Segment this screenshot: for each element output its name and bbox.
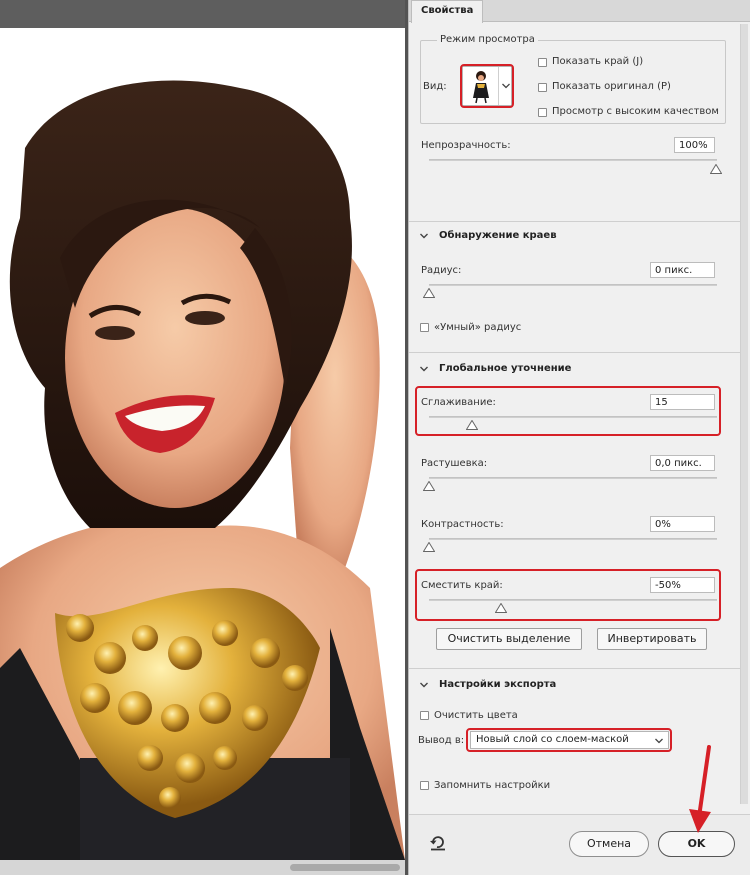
feather-slider-track[interactable] (429, 477, 717, 479)
output-to-label: Вывод в: (418, 735, 465, 746)
show-edge-checkbox[interactable] (538, 58, 547, 67)
view-mode-title: Режим просмотра (437, 34, 538, 45)
contrast-label: Контрастность: (421, 519, 504, 530)
show-original-label: Показать оригинал (P) (552, 81, 671, 92)
contrast-slider-track[interactable] (429, 538, 717, 540)
canvas-top-strip (0, 0, 405, 28)
canvas-scroll-thumb[interactable] (290, 864, 400, 871)
document-canvas[interactable] (0, 0, 405, 875)
section-divider (409, 352, 741, 353)
output-highlight-box (466, 728, 672, 752)
high-quality-label: Просмотр с высоким качеством (552, 106, 719, 117)
opacity-label: Непрозрачность: (421, 140, 511, 151)
export-settings-title[interactable]: Настройки экспорта (439, 679, 556, 690)
edge-detection-title[interactable]: Обнаружение краев (439, 230, 557, 241)
contrast-slider-thumb[interactable] (423, 542, 435, 552)
smooth-highlight-box (415, 386, 721, 436)
opacity-slider-thumb[interactable] (710, 164, 722, 174)
feather-slider-thumb[interactable] (423, 481, 435, 491)
view-label: Вид: (423, 81, 447, 92)
remember-settings-label: Запомнить настройки (434, 780, 551, 791)
smart-radius-label: «Умный» радиус (434, 322, 522, 333)
radius-slider-track[interactable] (429, 284, 717, 286)
reset-icon[interactable] (429, 835, 447, 851)
decontaminate-checkbox[interactable] (420, 711, 429, 720)
invert-button[interactable]: Инвертировать (597, 628, 707, 650)
chevron-down-icon[interactable] (419, 364, 429, 374)
radius-label: Радиус: (421, 265, 462, 276)
canvas-horizontal-scrollbar[interactable] (0, 860, 405, 875)
decontaminate-label: Очистить цвета (434, 710, 518, 721)
show-original-checkbox[interactable] (538, 83, 547, 92)
feather-label: Растушевка: (421, 458, 488, 469)
clear-selection-button[interactable]: Очистить выделение (436, 628, 582, 650)
show-edge-label: Показать край (J) (552, 56, 644, 67)
panel-vertical-scrollbar[interactable] (740, 24, 748, 814)
remember-settings-checkbox[interactable] (420, 781, 429, 790)
feather-field[interactable]: 0,0 пикс. (650, 455, 715, 471)
opacity-slider-track[interactable] (429, 159, 717, 161)
cancel-button[interactable]: Отмена (569, 831, 649, 857)
radius-field[interactable]: 0 пикс. (650, 262, 715, 278)
shift-edge-highlight-box (415, 569, 721, 621)
tab-properties[interactable]: Свойства (411, 0, 484, 23)
smart-radius-checkbox[interactable] (420, 323, 429, 332)
red-arrow-annotation (689, 745, 711, 833)
properties-panel: Свойства Режим просмотра Вид: Показать к… (408, 0, 750, 875)
panel-scroll-thumb[interactable] (740, 24, 748, 804)
panel-tab-bar: Свойства (409, 0, 750, 23)
chevron-down-icon[interactable] (419, 680, 429, 690)
subject-photo (0, 80, 405, 860)
document-image-area[interactable] (0, 28, 405, 860)
section-divider (409, 668, 741, 669)
global-refine-title[interactable]: Глобальное уточнение (439, 363, 571, 374)
contrast-field[interactable]: 0% (650, 516, 715, 532)
opacity-field[interactable]: 100% (674, 137, 715, 153)
section-divider (409, 221, 741, 222)
radius-slider-thumb[interactable] (423, 288, 435, 298)
chevron-down-icon[interactable] (419, 231, 429, 241)
high-quality-checkbox[interactable] (538, 108, 547, 117)
view-highlight-box (460, 64, 514, 108)
